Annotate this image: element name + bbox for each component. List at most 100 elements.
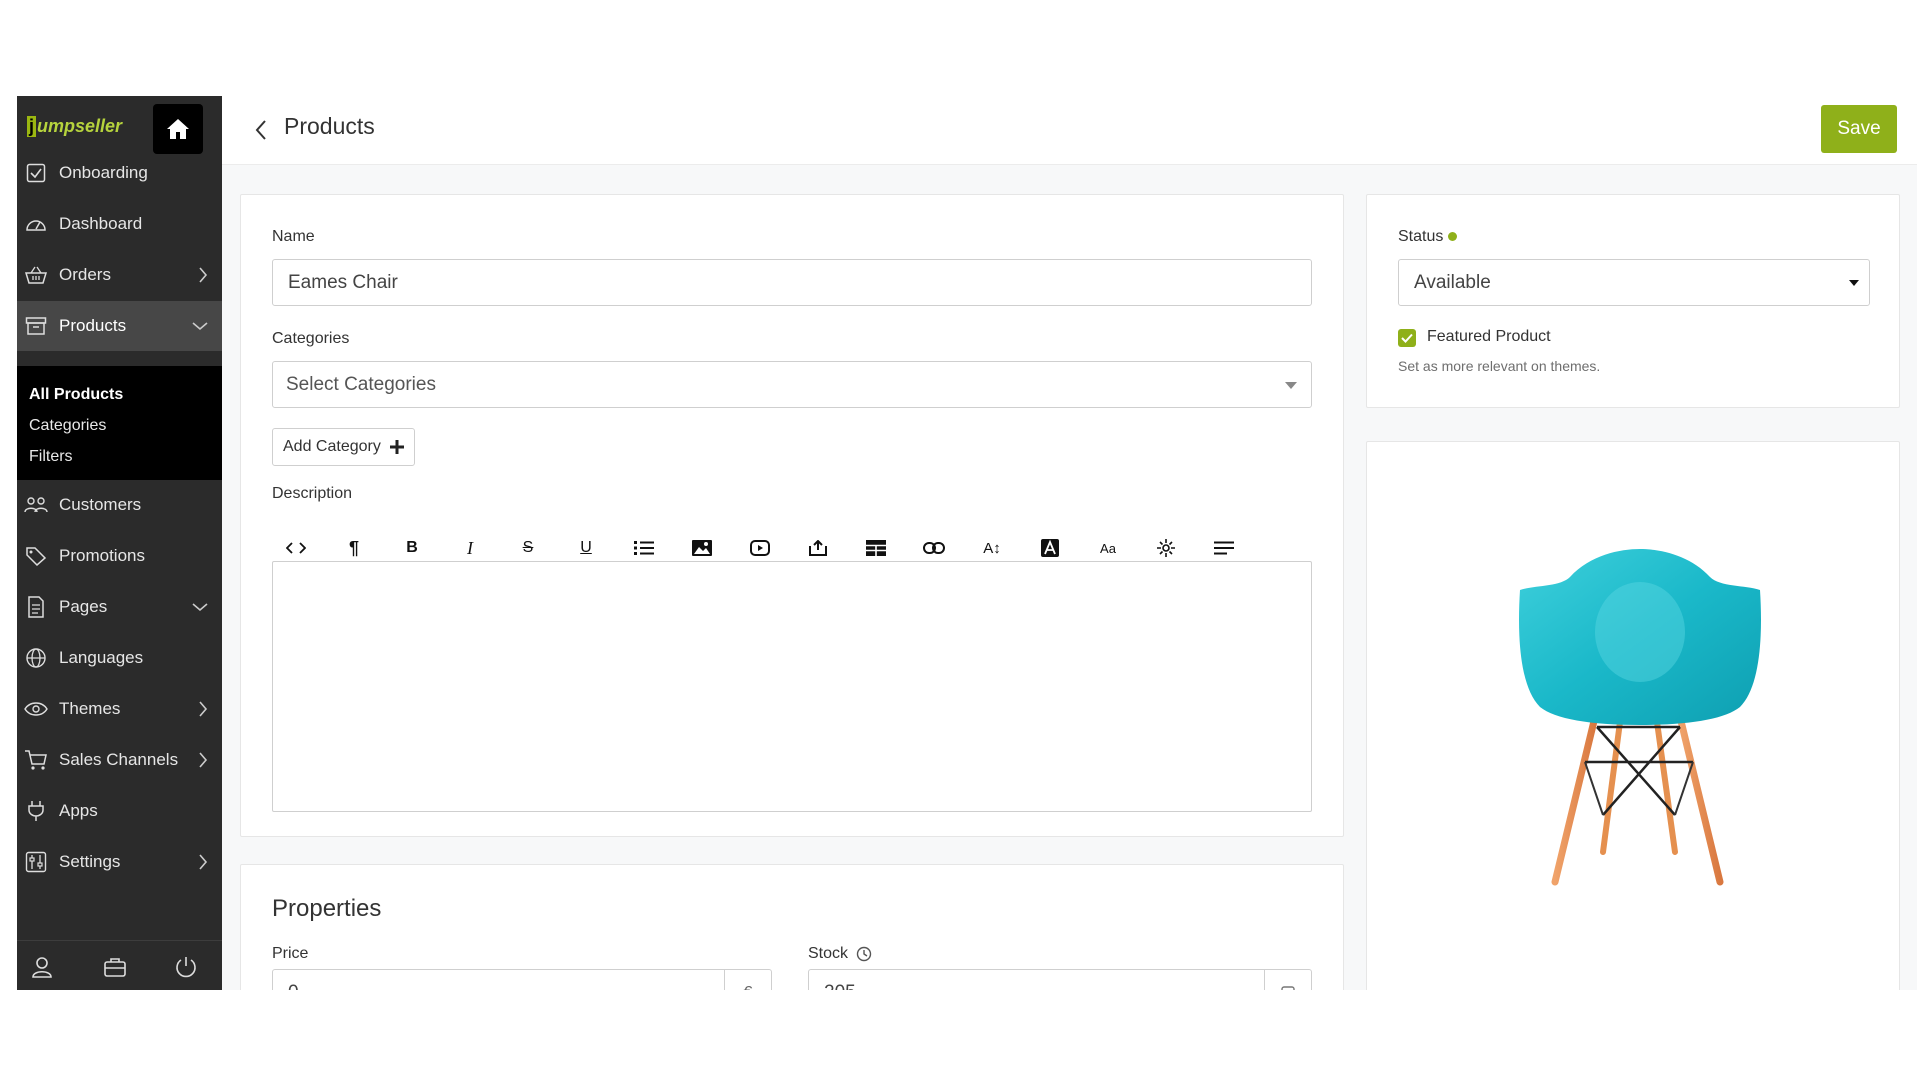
properties-card: Properties Price 0 € Stock 205 (240, 864, 1344, 990)
bold-icon[interactable]: B (399, 535, 425, 561)
cart-icon (23, 747, 49, 773)
currency-addon: € (724, 970, 771, 990)
plus-icon (389, 440, 404, 454)
strikethrough-icon[interactable]: S (515, 535, 541, 561)
sidebar-item-onboarding[interactable]: Onboarding (17, 148, 222, 198)
stock-input[interactable]: 205 (808, 969, 1312, 990)
logo-text: umpseller (37, 116, 123, 136)
sidebar-item-pages[interactable]: Pages (17, 582, 222, 632)
document-icon (23, 594, 49, 620)
sidebar: j umpseller Onboarding Dashboard Orders P… (17, 96, 222, 990)
save-button[interactable]: Save (1821, 105, 1897, 153)
text-color-icon[interactable] (1037, 535, 1063, 561)
add-category-button[interactable]: Add Category (272, 428, 415, 466)
gauge-icon (23, 211, 49, 237)
name-input[interactable]: Eames Chair (272, 259, 1312, 306)
jumpseller-logo[interactable]: j umpseller (27, 116, 122, 137)
chevron-right-icon (199, 752, 208, 768)
logo-initial: j (27, 116, 37, 137)
status-value: Available (1414, 271, 1491, 293)
insert-file-icon[interactable] (805, 535, 831, 561)
sidebar-item-languages[interactable]: Languages (17, 633, 222, 683)
description-editor[interactable] (272, 561, 1312, 812)
home-button[interactable] (153, 104, 203, 154)
product-form-card: Name Eames Chair Categories Select Categ… (240, 194, 1344, 837)
sidebar-item-label: Orders (59, 265, 111, 284)
sidebar-item-label: Pages (59, 597, 108, 616)
sidebar-item-label: Languages (59, 648, 144, 667)
globe-icon (23, 645, 49, 671)
code-view-icon[interactable] (283, 535, 309, 561)
categories-placeholder: Select Categories (286, 373, 436, 395)
italic-icon[interactable]: I (457, 535, 483, 561)
products-submenu: All Products Categories Filters (17, 366, 222, 480)
status-dot (1448, 232, 1458, 242)
sidebar-item-promotions[interactable]: Promotions (17, 531, 222, 581)
power-icon[interactable] (174, 955, 198, 979)
sidebar-item-orders[interactable]: Orders (17, 250, 222, 300)
categories-select[interactable]: Select Categories (272, 361, 1312, 408)
stock-addon[interactable] (1264, 970, 1311, 990)
checkmark-icon (1401, 333, 1413, 343)
align-icon[interactable] (1211, 535, 1237, 561)
price-label: Price (272, 945, 309, 962)
app-window: j umpseller Onboarding Dashboard Orders P… (17, 96, 1917, 990)
submenu-filters[interactable]: Filters (29, 448, 73, 466)
page-header: Products Save (222, 96, 1917, 165)
sidebar-item-settings[interactable]: Settings (17, 837, 222, 887)
product-image-eames-chair[interactable] (1515, 547, 1765, 897)
list-icon[interactable] (631, 535, 657, 561)
featured-checkbox[interactable] (1398, 329, 1416, 347)
checkbox-icon (1281, 985, 1295, 990)
dropdown-arrow-icon (1285, 382, 1297, 389)
chevron-down-icon (192, 603, 208, 612)
back-chevron-icon[interactable] (252, 118, 270, 142)
name-label: Name (272, 228, 315, 245)
properties-title: Properties (272, 895, 382, 922)
font-size-icon[interactable]: A↕ (979, 535, 1005, 561)
sidebar-item-customers[interactable]: Customers (17, 480, 222, 530)
sidebar-footer (17, 940, 222, 990)
link-icon[interactable] (921, 535, 947, 561)
sidebar-item-label: Products (59, 316, 127, 335)
sidebar-item-label: Customers (59, 495, 142, 514)
sidebar-item-products[interactable]: Products (17, 301, 222, 351)
briefcase-icon[interactable] (103, 955, 127, 979)
sidebar-item-label: Settings (59, 852, 121, 871)
video-icon[interactable] (747, 535, 773, 561)
paragraph-icon[interactable]: ¶ (341, 535, 367, 561)
status-select[interactable]: Available (1398, 259, 1870, 306)
user-icon[interactable] (30, 955, 54, 979)
image-icon[interactable] (689, 535, 715, 561)
price-input[interactable]: 0 € (272, 969, 772, 990)
featured-help-text: Set as more relevant on themes. (1398, 358, 1601, 374)
clock-icon[interactable] (856, 946, 872, 962)
sidebar-item-themes[interactable]: Themes (17, 684, 222, 734)
basket-icon (23, 262, 49, 288)
table-icon[interactable] (863, 535, 889, 561)
sidebar-item-label: Onboarding (59, 163, 148, 182)
chevron-right-icon (199, 854, 208, 870)
plug-icon (23, 798, 49, 824)
sidebar-item-apps[interactable]: Apps (17, 786, 222, 836)
font-family-icon[interactable]: Aa (1095, 535, 1121, 561)
status-label-row: Status (1398, 228, 1458, 246)
add-category-label: Add Category (283, 438, 381, 455)
stock-value: 205 (824, 982, 856, 991)
settings-icon (23, 849, 49, 875)
sidebar-item-dashboard[interactable]: Dashboard (17, 199, 222, 249)
submenu-categories[interactable]: Categories (29, 417, 106, 435)
checkbox-icon (23, 160, 49, 186)
underline-icon[interactable]: U (573, 535, 599, 561)
chevron-down-icon (192, 322, 208, 331)
chevron-right-icon (199, 267, 208, 283)
status-label: Status (1398, 228, 1444, 245)
submenu-all-products[interactable]: All Products (29, 386, 123, 404)
sidebar-item-sales-channels[interactable]: Sales Channels (17, 735, 222, 785)
stock-label: Stock (808, 945, 849, 962)
categories-label: Categories (272, 330, 350, 347)
featured-label[interactable]: Featured Product (1427, 328, 1551, 346)
sidebar-item-label: Themes (59, 699, 121, 718)
eye-icon (23, 696, 49, 722)
special-chars-icon[interactable] (1153, 535, 1179, 561)
